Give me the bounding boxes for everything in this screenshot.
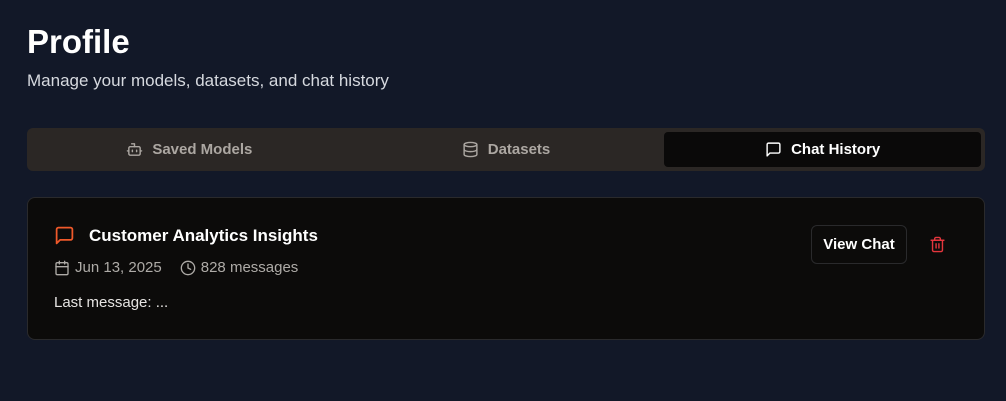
chat-date-text: Jun 13, 2025 (75, 259, 162, 276)
calendar-icon (54, 260, 70, 276)
chat-message-count-text: 828 messages (200, 259, 299, 276)
chat-history-card: Customer Analytics Insights Jun 13, 2025 (27, 197, 985, 340)
profile-page: Profile Manage your models, datasets, an… (0, 0, 1006, 401)
tab-bar: Saved Models Datasets Chat History (27, 128, 985, 171)
clock-icon (180, 260, 196, 276)
tab-label: Chat History (791, 141, 881, 158)
tab-saved-models[interactable]: Saved Models (31, 132, 348, 167)
view-chat-button[interactable]: View Chat (811, 225, 907, 264)
database-icon (462, 141, 479, 158)
chat-title-row: Customer Analytics Insights (54, 225, 318, 246)
tab-chat-history[interactable]: Chat History (664, 132, 982, 167)
tab-datasets[interactable]: Datasets (348, 132, 665, 167)
chat-message-count: 828 messages (180, 259, 299, 276)
delete-chat-button[interactable] (925, 232, 949, 256)
message-square-icon (54, 225, 75, 246)
trash-icon (929, 236, 946, 253)
message-square-icon (765, 141, 782, 158)
chat-date: Jun 13, 2025 (54, 259, 162, 276)
page-subtitle: Manage your models, datasets, and chat h… (27, 71, 389, 90)
tab-label: Saved Models (152, 141, 253, 158)
tab-label: Datasets (487, 141, 551, 158)
last-message: Last message: ... (54, 294, 169, 311)
chat-meta: Jun 13, 2025 828 messages (54, 259, 298, 276)
page-title: Profile (27, 23, 130, 60)
chat-title: Customer Analytics Insights (89, 225, 318, 245)
bot-icon (126, 141, 143, 158)
